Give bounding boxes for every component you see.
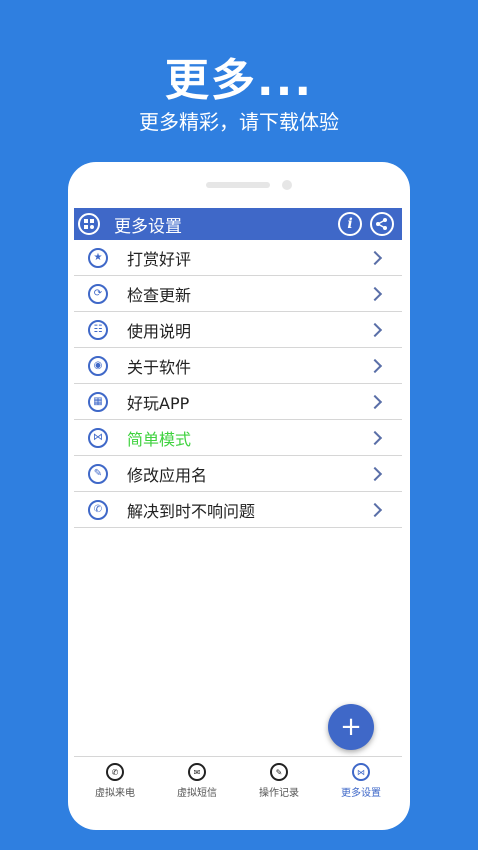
chevron-right-icon — [367, 502, 383, 517]
mode-icon: ⋈ — [88, 427, 108, 448]
menu-item-label: 修改应用名 — [127, 465, 208, 485]
promo-subline: 更多精彩，请下载体验 — [139, 110, 339, 134]
eye-icon: ◉ — [88, 355, 108, 376]
bottom-nav: ✆ 虚拟来电 ✉ 虚拟短信 ✎ 操作记录 ⋈ 更多设置 — [74, 756, 402, 801]
menu-item-label: 检查更新 — [127, 285, 192, 305]
chevron-right-icon — [367, 250, 383, 265]
menu-item-manual[interactable]: ☷ 使用说明 — [74, 312, 402, 348]
menu-item-label: 解决到时不响问题 — [127, 501, 256, 521]
chevron-right-icon — [367, 286, 383, 301]
nav-tab-label: 虚拟短信 — [177, 788, 217, 799]
phone-call-icon: ✆ — [106, 763, 124, 781]
app-bar-title: 更多设置 — [114, 216, 182, 237]
phone-icon: ✆ — [88, 499, 108, 520]
refresh-icon: ⟳ — [88, 283, 108, 304]
more-settings-icon: ⋈ — [352, 763, 370, 781]
nav-tab-label: 虚拟来电 — [95, 788, 135, 799]
menu-item-reward[interactable]: ★ 打赏好评 — [74, 240, 402, 276]
nav-tab-more-settings[interactable]: ⋈ 更多设置 — [320, 757, 402, 801]
menu-item-simple-mode[interactable]: ⋈ 简单模式 — [74, 420, 402, 456]
menu-item-label: 简单模式 — [127, 429, 192, 449]
chevron-right-icon — [367, 394, 383, 409]
chevron-right-icon — [367, 358, 383, 373]
manual-icon: ☷ — [88, 319, 108, 340]
promo-headline: 更多... — [164, 55, 314, 106]
chevron-right-icon — [367, 466, 383, 481]
menu-item-label: 关于软件 — [127, 357, 192, 377]
share-icon[interactable] — [370, 212, 394, 236]
settings-menu: ★ 打赏好评 ⟳ 检查更新 ☷ 使用说明 ◉ 关于软件 ▦ 好玩APP ⋈ 简单… — [74, 240, 402, 528]
phone-frame: 更多设置 i ★ 打赏好评 ⟳ 检查更新 ☷ 使用说明 ◉ 关于软件 ▦ 好玩A… — [68, 162, 410, 830]
app-bar: 更多设置 i — [74, 208, 402, 240]
add-button[interactable]: + — [328, 704, 374, 750]
info-icon[interactable]: i — [338, 212, 362, 236]
menu-item-rename-app[interactable]: ✎ 修改应用名 — [74, 456, 402, 492]
menu-item-check-update[interactable]: ⟳ 检查更新 — [74, 276, 402, 312]
app-icon: ▦ — [88, 391, 108, 412]
nav-tab-label: 操作记录 — [259, 788, 299, 799]
edit-name-icon: ✎ — [88, 463, 108, 484]
chevron-right-icon — [367, 322, 383, 337]
chevron-right-icon — [367, 430, 383, 445]
nav-tab-label: 更多设置 — [341, 788, 381, 799]
menu-item-label: 好玩APP — [127, 393, 190, 413]
star-icon: ★ — [88, 247, 108, 268]
menu-item-label: 打赏好评 — [127, 249, 192, 269]
phone-camera — [282, 180, 292, 190]
menu-item-about[interactable]: ◉ 关于软件 — [74, 348, 402, 384]
phone-speaker — [206, 182, 270, 188]
nav-tab-records[interactable]: ✎ 操作记录 — [238, 757, 320, 801]
menu-item-label: 使用说明 — [127, 321, 192, 341]
menu-item-fun-apps[interactable]: ▦ 好玩APP — [74, 384, 402, 420]
message-icon: ✉ — [188, 763, 206, 781]
menu-item-fix-no-ring[interactable]: ✆ 解决到时不响问题 — [74, 492, 402, 528]
app-screen: 更多设置 i ★ 打赏好评 ⟳ 检查更新 ☷ 使用说明 ◉ 关于软件 ▦ 好玩A… — [74, 208, 402, 800]
record-icon: ✎ — [270, 763, 288, 781]
nav-tab-fake-sms[interactable]: ✉ 虚拟短信 — [156, 757, 238, 801]
nav-tab-fake-call[interactable]: ✆ 虚拟来电 — [74, 757, 156, 801]
settings-app-icon — [78, 213, 100, 235]
